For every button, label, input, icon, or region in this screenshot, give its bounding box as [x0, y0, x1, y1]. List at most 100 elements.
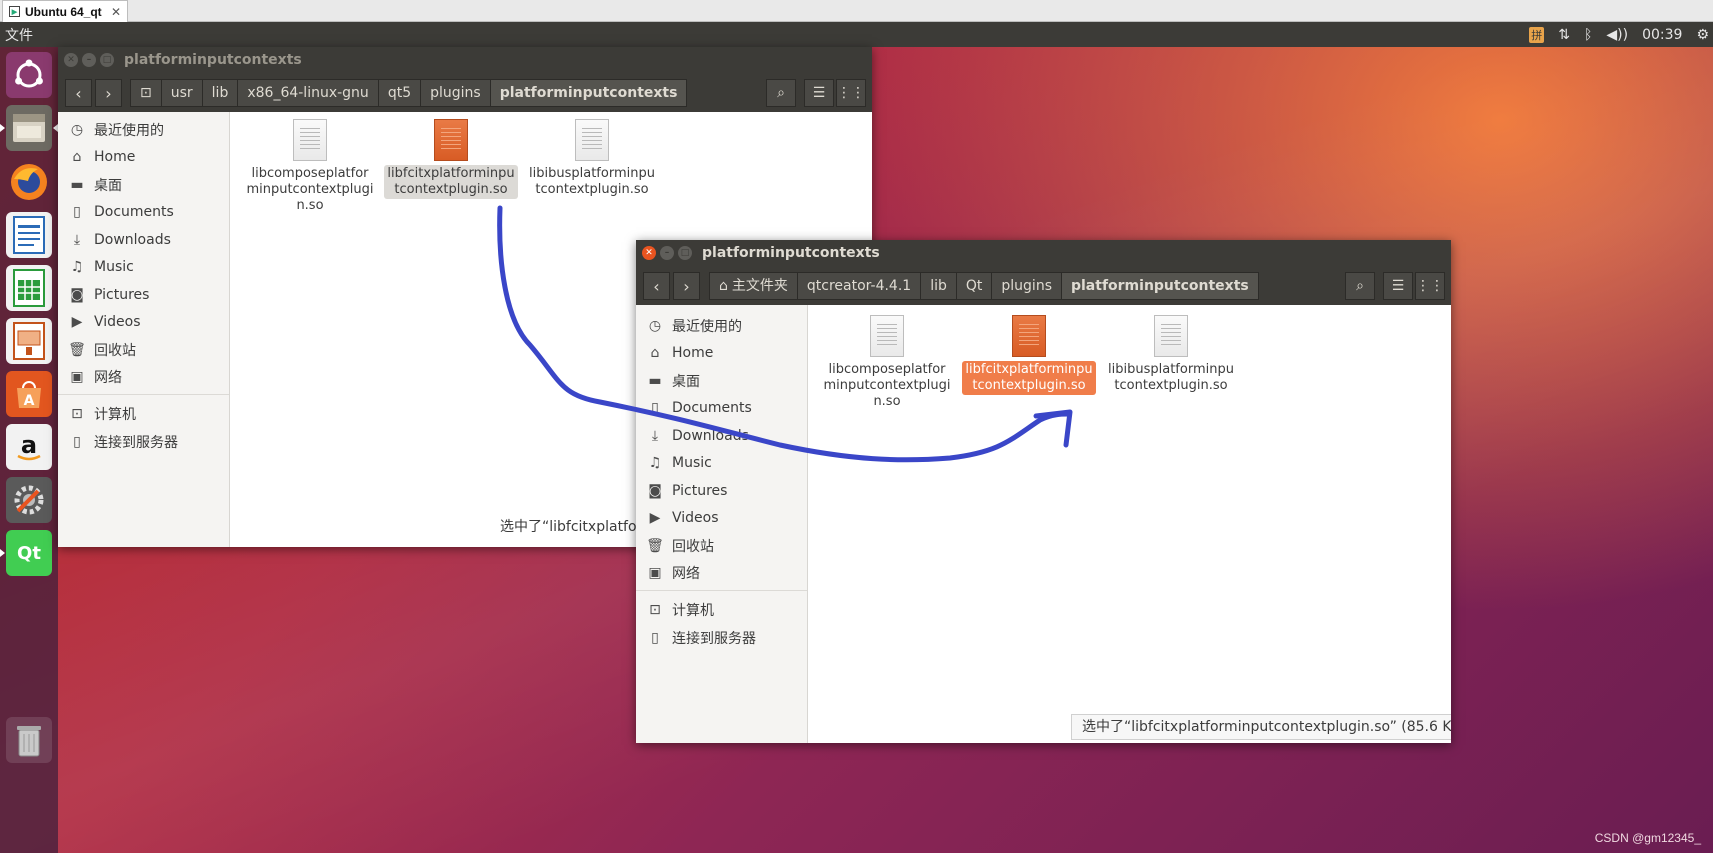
list-icon: ☰ — [812, 85, 826, 101]
files-app-icon[interactable] — [0, 105, 58, 151]
search-icon: ⌕ — [777, 85, 785, 101]
sidebar-item-connect-server[interactable]: ▯ 连接到服务器 — [636, 625, 807, 651]
keyboard-layout-icon[interactable]: 拼 — [1529, 27, 1545, 43]
breadcrumb-item[interactable]: qt5 — [379, 80, 422, 106]
file-item-selected[interactable]: libfcitxplatforminputcontextplugin.so — [962, 315, 1096, 395]
breadcrumb-current[interactable]: platforminputcontexts — [1061, 273, 1258, 299]
file-item[interactable]: libibusplatforminputcontextplugin.so — [525, 119, 659, 199]
sidebar-item-music[interactable]: ♫ Music — [636, 450, 807, 476]
svg-text:a: a — [21, 431, 37, 459]
breadcrumb-item[interactable]: qtcreator-4.4.1 — [798, 273, 922, 299]
grid-view-button[interactable]: ⋮⋮ — [1415, 272, 1445, 300]
breadcrumb-root-icon[interactable]: ⊡ — [131, 80, 162, 106]
trash-icon[interactable] — [6, 717, 52, 763]
breadcrumb-home[interactable]: ⌂ 主文件夹 — [710, 273, 798, 299]
titlebar: ✕ – □ platforminputcontexts — [636, 240, 1451, 267]
sidebar-item-recent[interactable]: ◷ 最近使用的 — [58, 117, 229, 143]
breadcrumb-item[interactable]: lib — [921, 273, 957, 299]
list-view-button[interactable]: ☰ — [1383, 272, 1413, 300]
vm-tab[interactable]: ▶ Ubuntu 64_qt ✕ — [2, 0, 128, 22]
breadcrumb-item[interactable]: plugins — [992, 273, 1062, 299]
qt-creator-icon[interactable]: Qt — [0, 530, 52, 576]
close-icon[interactable]: ✕ — [642, 246, 656, 260]
sidebar-item-recent[interactable]: ◷ 最近使用的 — [636, 313, 807, 339]
sidebar-label: Documents — [672, 400, 752, 416]
top-panel: 文件 拼 ⇅ ᛒ ◀)) 00:39 ⚙ — [0, 22, 1713, 47]
sidebar-label: Music — [672, 455, 712, 471]
minimize-icon[interactable]: – — [82, 53, 96, 67]
breadcrumb: ⌂ 主文件夹 qtcreator-4.4.1 lib Qt plugins pla… — [709, 272, 1259, 300]
breadcrumb-current[interactable]: platforminputcontexts — [490, 80, 687, 106]
sidebar-item-pictures[interactable]: ◙ Pictures — [58, 282, 229, 308]
gear-icon[interactable]: ⚙ — [1696, 27, 1709, 43]
volume-icon[interactable]: ◀)) — [1606, 27, 1628, 43]
file-view: libcomposeplatforminputcontextplugin.so … — [808, 305, 1451, 743]
camera-icon: ◙ — [70, 287, 84, 303]
document-file-icon — [1154, 315, 1188, 357]
close-icon[interactable]: ✕ — [64, 53, 78, 67]
forward-button[interactable]: › — [673, 272, 700, 300]
sidebar-item-videos[interactable]: ▶ Videos — [636, 505, 807, 531]
network-icon: ▣ — [648, 565, 662, 581]
sidebar-item-trash[interactable]: 🗑 回收站 — [636, 533, 807, 559]
breadcrumb-item[interactable]: plugins — [421, 80, 491, 106]
sidebar-item-downloads[interactable]: ⤓ Downloads — [58, 227, 229, 253]
back-button[interactable]: ‹ — [643, 272, 670, 300]
dash-icon[interactable] — [6, 52, 52, 98]
sidebar-divider — [58, 394, 229, 395]
sidebar-item-downloads[interactable]: ⤓ Downloads — [636, 423, 807, 449]
sidebar: ◷ 最近使用的 ⌂ Home ▬ 桌面 ▯ Documents ⤓ Downloads ♫… — [58, 112, 230, 547]
document-file-icon — [434, 119, 468, 161]
sidebar-item-home[interactable]: ⌂ Home — [636, 340, 807, 366]
system-settings-icon[interactable] — [6, 477, 52, 523]
sidebar-item-computer[interactable]: ⊡ 计算机 — [58, 401, 229, 427]
breadcrumb-item[interactable]: Qt — [957, 273, 993, 299]
sidebar-item-network[interactable]: ▣ 网络 — [636, 560, 807, 586]
grid-view-button[interactable]: ⋮⋮ — [836, 79, 866, 107]
file-item[interactable]: libcomposeplatforminputcontextplugin.so — [820, 315, 954, 411]
sidebar-item-pictures[interactable]: ◙ Pictures — [636, 478, 807, 504]
firefox-icon[interactable] — [6, 159, 52, 205]
sidebar-item-music[interactable]: ♫ Music — [58, 254, 229, 280]
file-item[interactable]: libcomposeplatforminputcontextplugin.so — [243, 119, 377, 215]
sidebar-item-documents[interactable]: ▯ Documents — [636, 395, 807, 421]
minimize-icon[interactable]: – — [660, 246, 674, 260]
impress-icon[interactable] — [6, 318, 52, 364]
file-item[interactable]: libibusplatforminputcontextplugin.so — [1104, 315, 1238, 395]
writer-icon[interactable] — [6, 212, 52, 258]
file-item-selected[interactable]: libfcitxplatforminputcontextplugin.so — [384, 119, 518, 199]
sidebar-label: Pictures — [94, 287, 150, 303]
search-button[interactable]: ⌕ — [1345, 272, 1375, 300]
amazon-icon[interactable]: a — [6, 424, 52, 470]
search-button[interactable]: ⌕ — [766, 79, 796, 107]
breadcrumb-item[interactable]: lib — [203, 80, 239, 106]
sidebar-item-desktop[interactable]: ▬ 桌面 — [58, 172, 229, 198]
list-view-button[interactable]: ☰ — [804, 79, 834, 107]
sidebar-item-documents[interactable]: ▯ Documents — [58, 199, 229, 225]
back-button[interactable]: ‹ — [65, 79, 92, 107]
sidebar-item-home[interactable]: ⌂ Home — [58, 144, 229, 170]
breadcrumb-item[interactable]: x86_64-linux-gnu — [238, 80, 379, 106]
sidebar-label: 计算机 — [672, 603, 714, 619]
sidebar-label: 连接到服务器 — [672, 631, 756, 647]
maximize-icon[interactable]: □ — [678, 246, 692, 260]
sidebar-item-computer[interactable]: ⊡ 计算机 — [636, 597, 807, 623]
calc-icon[interactable] — [6, 265, 52, 311]
file-menu[interactable]: 文件 — [5, 25, 33, 45]
clock[interactable]: 00:39 — [1642, 27, 1682, 43]
window-title: platforminputcontexts — [124, 52, 302, 68]
bluetooth-icon[interactable]: ᛒ — [1584, 27, 1592, 43]
sidebar-item-trash[interactable]: 🗑 回收站 — [58, 337, 229, 363]
document-icon: ▯ — [73, 204, 81, 220]
breadcrumb-item[interactable]: usr — [162, 80, 203, 106]
network-icon[interactable]: ⇅ — [1558, 27, 1570, 43]
forward-button[interactable]: › — [95, 79, 122, 107]
maximize-icon[interactable]: □ — [100, 53, 114, 67]
vm-tab-close-icon[interactable]: ✕ — [111, 5, 121, 19]
sidebar-item-desktop[interactable]: ▬ 桌面 — [636, 368, 807, 394]
sidebar-item-videos[interactable]: ▶ Videos — [58, 309, 229, 335]
sidebar-item-connect-server[interactable]: ▯ 连接到服务器 — [58, 429, 229, 455]
music-icon: ♫ — [648, 455, 662, 471]
sidebar-item-network[interactable]: ▣ 网络 — [58, 364, 229, 390]
software-center-icon[interactable]: A — [6, 371, 52, 417]
